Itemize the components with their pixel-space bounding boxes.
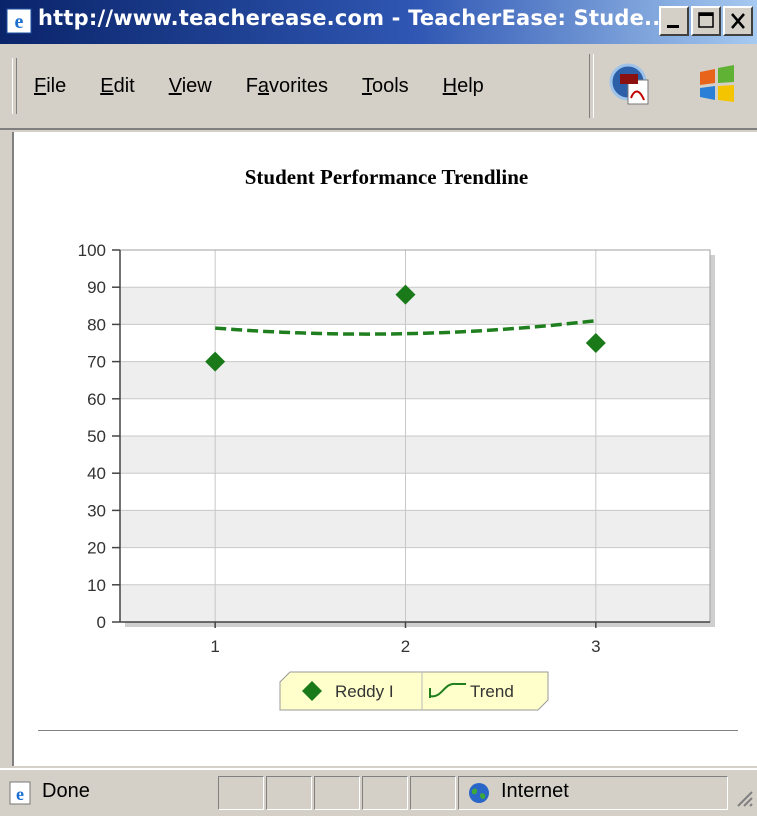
menu-grip [12,58,17,114]
zone-text: Internet [501,780,569,802]
horizontal-rule [38,730,738,731]
status-panel [218,776,264,810]
plot-band [120,287,710,325]
menu-help[interactable]: Help [443,75,484,98]
maximize-icon [698,12,714,28]
plot-band [120,361,710,399]
legend-label: Trend [470,682,514,701]
close-icon [731,13,745,29]
page-content: Student Performance Trendline 0 10 20 30 40 5… [12,132,757,766]
menu-edit[interactable]: Edit [100,75,134,98]
y-tick-label: 40 [87,464,106,483]
y-tick-label: 100 [78,241,106,260]
menu-tools[interactable]: Tools [362,75,409,98]
plot-band [120,510,710,548]
chart-legend: Reddy I Trend [279,671,549,711]
performance-chart: 0 10 20 30 40 50 60 70 80 90 100 1 2 3 Reddy I Trend [78,241,715,711]
y-tick-label: 60 [87,390,106,409]
window-title: http://www.teacherease.com - TeacherEase… [38,6,669,30]
globe-icon [469,783,489,803]
menu-items: File Edit View Favorites Tools Help [34,75,518,98]
maximize-button[interactable] [691,6,721,36]
plot-band [120,584,710,622]
y-tick-label: 10 [87,576,106,595]
title-bar: e http://www.teacherease.com - TeacherEa… [0,0,757,44]
status-panel [410,776,456,810]
window-controls [659,6,753,36]
ie-page-icon: e [9,781,31,805]
y-tick-label: 70 [87,353,106,372]
minimize-button[interactable] [659,6,689,36]
resize-grip-icon[interactable] [732,786,754,808]
y-tick-label: 80 [87,315,106,334]
status-bar: e Done Internet [0,768,757,816]
windows-logo-icon[interactable] [694,60,742,108]
minimize-icon [667,25,679,28]
menu-bar: File Edit View Favorites Tools Help [0,44,757,130]
svg-text:e: e [15,11,24,33]
ie-icon: e [6,8,32,34]
plot-band [120,436,710,474]
status-panel [314,776,360,810]
close-button[interactable] [723,6,753,36]
menu-view[interactable]: View [169,75,212,98]
y-tick-label: 0 [97,613,106,632]
pdf-icon[interactable] [606,60,654,108]
y-tick-label: 30 [87,501,106,520]
status-panel [266,776,312,810]
x-tick-label: 2 [401,637,410,656]
menu-favorites[interactable]: Favorites [246,75,328,98]
status-zone-panel: Internet [458,776,728,810]
status-text: Done [42,780,90,802]
legend-label: Reddy I [335,682,394,701]
toolbar-separator [589,54,594,118]
menu-file[interactable]: File [34,75,66,98]
y-tick-label: 90 [87,278,106,297]
svg-text:e: e [16,784,24,804]
y-tick-label: 20 [87,539,106,558]
x-tick-label: 1 [210,637,219,656]
x-tick-label: 3 [591,637,600,656]
status-panel [362,776,408,810]
y-tick-label: 50 [87,427,106,446]
